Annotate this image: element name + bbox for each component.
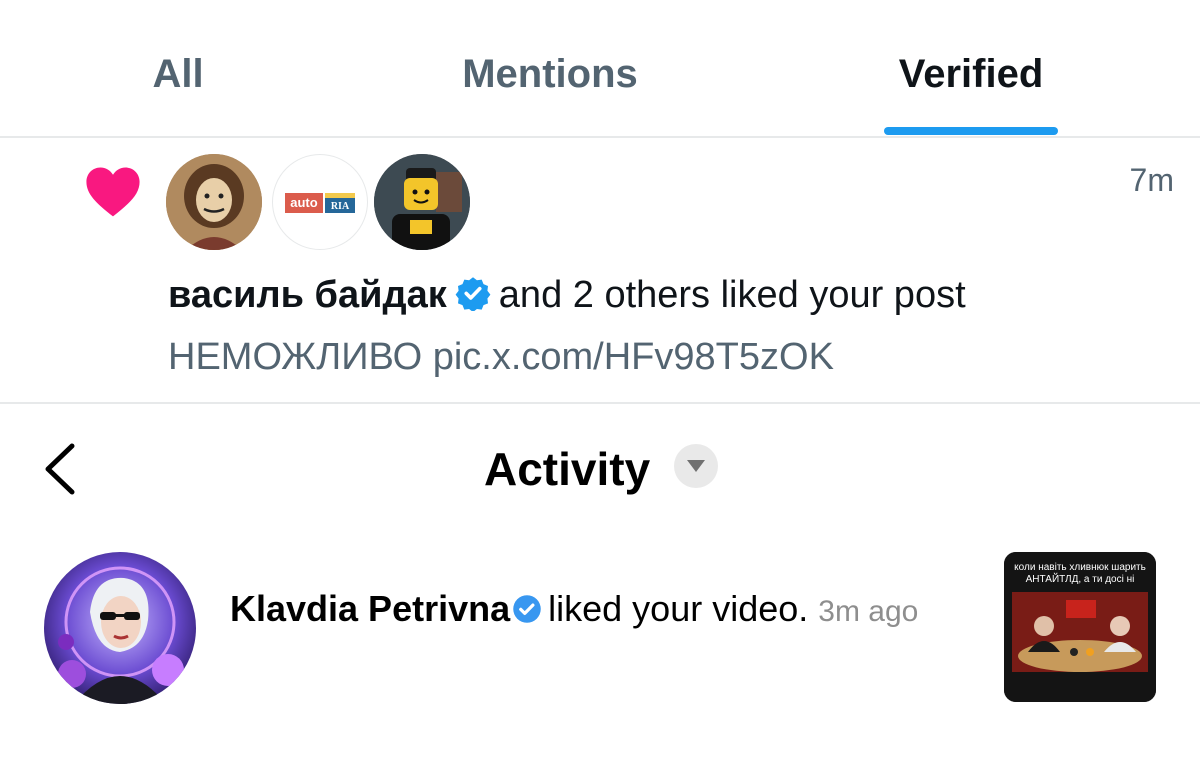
chevron-down-icon[interactable] — [674, 444, 718, 488]
like-notification[interactable]: auto RIA 7m василь байдак and 2 others l… — [0, 138, 1200, 404]
video-thumbnail[interactable]: коли навіть хливнюк шарить АНТАЙТЛД, а т… — [1004, 552, 1156, 702]
caption-line-1: коли навіть хливнюк шарить — [1014, 562, 1146, 573]
notification-tabs: All Mentions Verified — [0, 0, 1200, 138]
verified-badge-icon — [513, 595, 541, 623]
notification-time: 7m — [1129, 162, 1174, 198]
avatar-autoria-logo[interactable]: auto RIA — [272, 154, 368, 250]
video-thumbnail-caption: коли навіть хливнюк шарить АНТАЙТЛД, а т… — [1004, 562, 1156, 586]
avatar[interactable] — [44, 552, 196, 704]
notification-user-name[interactable]: василь байдак — [168, 274, 447, 316]
verified-badge-icon — [455, 277, 491, 311]
activity-item-text[interactable]: Klavdia Petrivna liked your video. 3m ag… — [230, 586, 950, 635]
avatar-lego-figure[interactable] — [374, 154, 470, 250]
tab-verified[interactable]: Verified — [860, 52, 1082, 97]
notification-post-text[interactable]: НЕМОЖЛИВО pic.x.com/HFv98T5zOK — [168, 336, 834, 379]
logo-ria-text: RIA — [331, 201, 350, 212]
activity-time: 3m ago — [818, 595, 919, 628]
caption-line-2: АНТАЙТЛД, а ти досі ні — [1025, 574, 1135, 585]
active-tab-indicator — [884, 127, 1058, 135]
page-title: Activity — [484, 443, 651, 495]
tab-all[interactable]: All — [128, 52, 228, 97]
activity-user-name[interactable]: Klavdia Petrivna — [230, 588, 510, 629]
activity-header: Activity — [0, 404, 1200, 524]
notification-summary: василь байдак and 2 others liked your po… — [168, 274, 966, 317]
avatar-portrait[interactable] — [166, 154, 262, 250]
heart-icon — [86, 167, 140, 217]
tab-mentions[interactable]: Mentions — [430, 52, 670, 97]
notification-summary-text: and 2 others liked your post — [498, 274, 966, 316]
logo-auto-text: auto — [290, 195, 318, 210]
activity-action: liked your video. — [548, 588, 809, 629]
chevron-left-icon[interactable] — [40, 442, 80, 496]
